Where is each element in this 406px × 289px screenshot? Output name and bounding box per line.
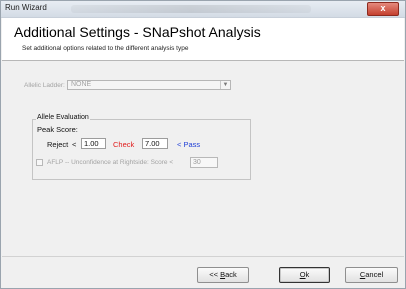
check-label: Check — [113, 140, 135, 149]
back-button[interactable]: << Back — [197, 267, 249, 283]
cancel-label-rest: ancel — [365, 270, 384, 279]
window-title: Run Wizard — [5, 3, 47, 12]
peak-score-label: Peak Score: — [37, 125, 78, 134]
aflp-score-input[interactable]: 30 — [190, 157, 218, 168]
page-subtitle: Set additional options related to the di… — [22, 45, 189, 52]
allelic-ladder-select[interactable]: NONE ▼ — [67, 80, 231, 90]
reject-operator: < — [72, 140, 77, 149]
page-title: Additional Settings - SNaPshot Analysis — [14, 24, 261, 40]
allelic-ladder-value: NONE — [71, 81, 92, 88]
check-threshold-input[interactable]: 7.00 — [142, 138, 168, 149]
aflp-unconfidence-label: AFLP -- Unconfidence at Rightside: Score… — [47, 159, 174, 166]
aflp-unconfidence-checkbox[interactable] — [36, 159, 43, 166]
allele-evaluation-legend: Allele Evaluation — [36, 114, 90, 121]
cancel-button[interactable]: Cancel — [345, 267, 398, 283]
ok-label-rest: k — [305, 270, 310, 279]
back-prefix: << — [209, 270, 221, 279]
close-button[interactable]: x — [367, 2, 399, 16]
back-label-rest: ack — [225, 270, 237, 279]
footer-divider — [2, 256, 404, 257]
reject-threshold-input[interactable]: 1.00 — [81, 138, 106, 149]
ok-button[interactable]: Ok — [279, 267, 330, 283]
reject-label: Reject — [47, 140, 69, 149]
title-bar-blurred-icons — [71, 5, 311, 13]
allelic-ladder-label: Allelic Ladder: — [24, 82, 65, 89]
pass-label: < Pass — [177, 140, 201, 149]
run-wizard-window: Run Wizard x Additional Settings - SNaPs… — [0, 0, 406, 289]
title-bar: Run Wizard x — [1, 1, 405, 18]
close-icon: x — [380, 3, 386, 13]
wizard-header: Additional Settings - SNaPshot Analysis … — [2, 18, 404, 61]
chevron-down-icon[interactable]: ▼ — [220, 81, 230, 89]
